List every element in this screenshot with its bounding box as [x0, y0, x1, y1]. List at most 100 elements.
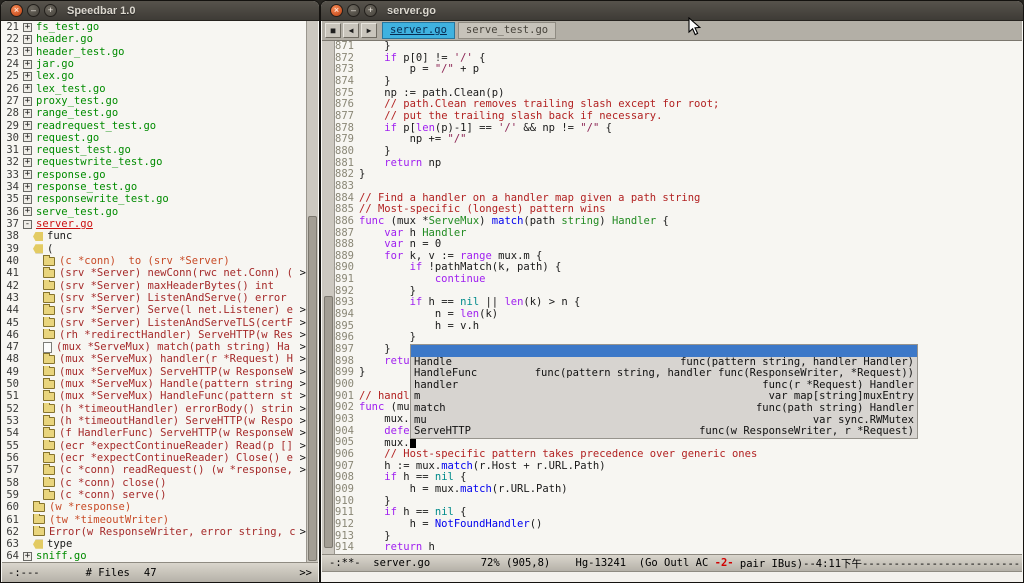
speedbar-item-label[interactable]: (srv *Server) newConn(rwc net.Conn) (: [59, 267, 293, 279]
speedbar-item[interactable]: 53(h *timeoutHandler) ServeHTTP(w Respo>: [2, 415, 306, 427]
speedbar-item[interactable]: 45(srv *Server) ListenAndServeTLS(certF>: [2, 317, 306, 329]
speedbar-item[interactable]: 47(mux *ServeMux) match(path string) Ha>: [2, 341, 306, 353]
code-line[interactable]: 882}: [335, 169, 1022, 181]
speedbar-item-label[interactable]: (mux *ServeMux) handler(r *Request) H: [59, 353, 293, 365]
expand-plus-icon[interactable]: +: [23, 146, 32, 155]
speedbar-item-label[interactable]: proxy_test.go: [36, 95, 118, 107]
speedbar-item[interactable]: 39(: [2, 243, 306, 255]
speedbar-scrollbar[interactable]: [306, 21, 318, 562]
folder-icon[interactable]: [43, 257, 55, 266]
speedbar-item[interactable]: 34+response_test.go: [2, 181, 306, 193]
completion-row[interactable]: HandleFuncfunc(pattern string, handler f…: [411, 368, 917, 380]
speedbar-item-label[interactable]: (rh *redirectHandler) ServeHTTP(w Res: [59, 329, 293, 341]
folder-icon[interactable]: [43, 318, 55, 327]
close-icon[interactable]: ×: [330, 4, 343, 17]
speedbar-item[interactable]: 33+response.go: [2, 169, 306, 181]
folder-icon[interactable]: [33, 527, 45, 536]
speedbar-scrollbar-thumb[interactable]: [308, 216, 317, 561]
speedbar-item-label[interactable]: range_test.go: [36, 107, 118, 119]
expand-plus-icon[interactable]: +: [23, 121, 32, 130]
speedbar-item-label[interactable]: (c *conn) close(): [59, 477, 166, 489]
expand-plus-icon[interactable]: +: [23, 133, 32, 142]
close-icon[interactable]: ×: [10, 4, 23, 17]
code-line[interactable]: 913 }: [335, 531, 1022, 543]
speedbar-item-label[interactable]: func: [47, 230, 72, 242]
expand-plus-icon[interactable]: +: [23, 23, 32, 32]
folder-icon[interactable]: [43, 281, 55, 290]
speedbar-item-label[interactable]: (c *conn) serve(): [59, 489, 166, 501]
speedbar-item[interactable]: 36+serve_test.go: [2, 206, 306, 218]
speedbar-item[interactable]: 55(ecr *expectContinueReader) Read(p []>: [2, 440, 306, 452]
expand-plus-icon[interactable]: +: [23, 97, 32, 106]
speedbar-item-label[interactable]: (tw *timeoutWriter): [49, 514, 169, 526]
tag-icon[interactable]: [33, 232, 43, 241]
code-area[interactable]: 871 }872 if p[0] != '/' {873 p = "/" + p…: [335, 41, 1022, 554]
speedbar-item-label[interactable]: (: [47, 243, 53, 255]
speedbar-item[interactable]: 49(mux *ServeMux) ServeHTTP(w ResponseW>: [2, 366, 306, 378]
speedbar-item[interactable]: 60(w *response): [2, 501, 306, 513]
speedbar-item-label[interactable]: serve_test.go: [36, 206, 118, 218]
speedbar-item[interactable]: 29+readrequest_test.go: [2, 120, 306, 132]
speedbar-item[interactable]: 46(rh *redirectHandler) ServeHTTP(w Res>: [2, 329, 306, 341]
folder-icon[interactable]: [43, 269, 55, 278]
speedbar-item[interactable]: 48(mux *ServeMux) handler(r *Request) H>: [2, 353, 306, 365]
speedbar-item[interactable]: 52(h *timeoutHandler) errorBody() strin>: [2, 403, 306, 415]
folder-icon[interactable]: [43, 330, 55, 339]
folder-icon[interactable]: [43, 441, 55, 450]
speedbar-item-label[interactable]: (f HandlerFunc) ServeHTTP(w ResponseW: [59, 427, 293, 439]
speedbar-item-label[interactable]: readrequest_test.go: [36, 120, 156, 132]
code-line[interactable]: 912 h = NotFoundHandler(): [335, 519, 1022, 531]
speedbar-item[interactable]: 57(c *conn) readRequest() (w *response,>: [2, 464, 306, 476]
code-line[interactable]: 914 return h: [335, 542, 1022, 554]
completion-row[interactable]: Handlefunc(pattern string, handler Handl…: [411, 357, 917, 369]
expand-plus-icon[interactable]: +: [23, 60, 32, 69]
speedbar-item-label[interactable]: (w *response): [49, 501, 131, 513]
speedbar-item[interactable]: 24+jar.go: [2, 58, 306, 70]
folder-icon[interactable]: [43, 380, 55, 389]
speedbar-item[interactable]: 51(mux *ServeMux) HandleFunc(pattern st>: [2, 390, 306, 402]
code-line[interactable]: 891 continue: [335, 274, 1022, 286]
speedbar-item-label[interactable]: Error(w ResponseWriter, error string, c: [49, 526, 296, 538]
code-line[interactable]: 881 return np: [335, 158, 1022, 170]
folder-icon[interactable]: [43, 429, 55, 438]
editor-scrollbar-thumb[interactable]: [324, 296, 333, 548]
speedbar-item[interactable]: 31+request_test.go: [2, 144, 306, 156]
code-line[interactable]: 879 np += "/": [335, 134, 1022, 146]
expand-plus-icon[interactable]: +: [23, 183, 32, 192]
folder-icon[interactable]: [43, 454, 55, 463]
tag-icon[interactable]: [33, 540, 43, 549]
tab-home-button[interactable]: ■: [325, 23, 341, 38]
code-line[interactable]: 896 }: [335, 332, 1022, 344]
speedbar-item-label[interactable]: (srv *Server) maxHeaderBytes() int: [59, 280, 274, 292]
speedbar-item[interactable]: 63type: [2, 538, 306, 550]
speedbar-item-label[interactable]: responsewrite_test.go: [36, 193, 169, 205]
folder-icon[interactable]: [43, 392, 55, 401]
speedbar-item[interactable]: 40(c *conn) to (srv *Server): [2, 255, 306, 267]
speedbar-item[interactable]: 61(tw *timeoutWriter): [2, 514, 306, 526]
speedbar-item[interactable]: 54(f HandlerFunc) ServeHTTP(w ResponseW>: [2, 427, 306, 439]
echo-area[interactable]: [322, 572, 1022, 582]
speedbar-item[interactable]: 23+header_test.go: [2, 46, 306, 58]
speedbar-item-label[interactable]: response.go: [36, 169, 106, 181]
tab-forward-button[interactable]: ▶: [361, 23, 377, 38]
folder-icon[interactable]: [43, 355, 55, 364]
tab-serve_test-go[interactable]: serve_test.go: [458, 22, 556, 39]
tab-back-button[interactable]: ◀: [343, 23, 359, 38]
speedbar-item-label[interactable]: (c *conn) readRequest() (w *response,: [59, 464, 293, 476]
editor-scrollbar[interactable]: [322, 41, 335, 554]
code-line[interactable]: 895 h = v.h: [335, 321, 1022, 333]
speedbar-item-label[interactable]: server.go: [36, 218, 93, 230]
folder-icon[interactable]: [43, 466, 55, 475]
maximize-icon[interactable]: +: [44, 4, 57, 17]
speedbar-item[interactable]: 50(mux *ServeMux) Handle(pattern string>: [2, 378, 306, 390]
expand-plus-icon[interactable]: +: [23, 35, 32, 44]
speedbar-item-label[interactable]: (mux *ServeMux) ServeHTTP(w ResponseW: [59, 366, 293, 378]
folder-icon[interactable]: [43, 417, 55, 426]
speedbar-item[interactable]: 64+sniff.go: [2, 550, 306, 562]
speedbar-item-label[interactable]: (srv *Server) ListenAndServeTLS(certF: [59, 317, 293, 329]
completion-row[interactable]: mvar map[string]muxEntry: [411, 391, 917, 403]
speedbar-item[interactable]: 43(srv *Server) ListenAndServe() error: [2, 292, 306, 304]
speedbar-item-label[interactable]: (ecr *expectContinueReader) Read(p []: [59, 440, 293, 452]
speedbar-item-label[interactable]: jar.go: [36, 58, 74, 70]
folder-icon[interactable]: [43, 306, 55, 315]
